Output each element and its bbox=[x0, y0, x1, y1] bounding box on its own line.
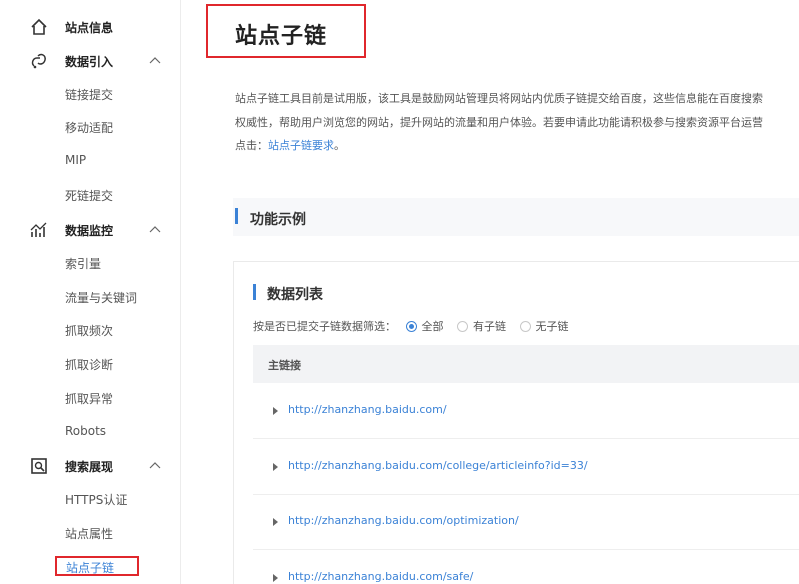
main-link[interactable]: http://zhanzhang.baidu.com/optimization/ bbox=[288, 514, 519, 527]
filter-radio-no-sublinks[interactable] bbox=[519, 321, 531, 332]
sidebar-item-site-sublinks[interactable]: 站点子链 bbox=[55, 556, 139, 576]
sidebar-item-dead-link[interactable]: 死链提交 bbox=[65, 187, 113, 204]
sidebar-item-site-attributes[interactable]: 站点属性 bbox=[65, 525, 113, 542]
filter-radio-has-sublinks[interactable] bbox=[457, 321, 468, 332]
table-row[interactable]: http://zhanzhang.baidu.com/ bbox=[253, 383, 799, 439]
sidebar-group-label: 站点信息 bbox=[65, 21, 114, 35]
sidebar-item-crawl-frequency[interactable]: 抓取频次 bbox=[65, 322, 113, 339]
expand-caret-icon[interactable] bbox=[273, 407, 278, 415]
table-row[interactable]: http://zhanzhang.baidu.com/college/artic… bbox=[253, 439, 799, 495]
filter-option-label[interactable]: 全部 bbox=[422, 320, 444, 333]
filter-radio-all[interactable] bbox=[405, 321, 417, 332]
sidebar-item-crawl-diagnosis[interactable]: 抓取诊断 bbox=[65, 356, 113, 373]
sublink-requirements-link[interactable]: 站点子链要求 bbox=[268, 139, 334, 152]
sidebar-item-mobile-adapt[interactable]: 移动适配 bbox=[65, 119, 113, 136]
description-line: 点击：站点子链要求。 bbox=[235, 137, 345, 153]
chevron-up-icon[interactable] bbox=[149, 56, 161, 64]
sidebar-item-mip[interactable]: MIP bbox=[65, 153, 86, 167]
sidebar-group-search-display[interactable]: 搜索展现 bbox=[0, 451, 180, 481]
table-header: 主链接 bbox=[253, 345, 799, 383]
sidebar-group-data-monitor[interactable]: 数据监控 bbox=[0, 215, 180, 245]
filter-option-label[interactable]: 无子链 bbox=[536, 320, 569, 333]
description-suffix: 。 bbox=[334, 139, 345, 152]
main-link[interactable]: http://zhanzhang.baidu.com/college/artic… bbox=[288, 459, 588, 472]
panel-accent-bar bbox=[253, 284, 256, 300]
section-accent-bar bbox=[235, 208, 238, 224]
page-title-box: 站点子链 bbox=[206, 4, 366, 58]
sidebar-item-traffic-keywords[interactable]: 流量与关键词 bbox=[65, 289, 137, 306]
sidebar-group-label: 搜索展现 bbox=[65, 460, 114, 474]
description-prefix: 点击： bbox=[235, 139, 268, 152]
data-import-icon bbox=[31, 53, 46, 69]
panel-title: 数据列表 bbox=[267, 287, 323, 303]
table-row[interactable]: http://zhanzhang.baidu.com/optimization/ bbox=[253, 494, 799, 550]
expand-caret-icon[interactable] bbox=[273, 574, 278, 582]
sublink-filter: 按是否已提交子链数据筛选： 全部 有子链 无子链 bbox=[253, 318, 569, 334]
page: 站点信息 数据引入 链接提交 移动适配 MIP 死链提交 数据监控 索引量 流量… bbox=[0, 0, 799, 584]
main-content: 站点子链 站点子链工具目前是试用版，该工具是鼓励网站管理员将网站内优质子链提交给… bbox=[181, 0, 799, 584]
chevron-up-icon[interactable] bbox=[149, 461, 161, 469]
main-link[interactable]: http://zhanzhang.baidu.com/safe/ bbox=[288, 570, 473, 583]
sidebar-item-link-submit[interactable]: 链接提交 bbox=[65, 86, 113, 103]
section-title: 功能示例 bbox=[250, 212, 306, 228]
description-line: 站点子链工具目前是试用版，该工具是鼓励网站管理员将网站内优质子链提交给百度，这些… bbox=[235, 92, 763, 105]
filter-option-label[interactable]: 有子链 bbox=[473, 320, 506, 333]
monitor-chart-icon bbox=[30, 222, 47, 237]
search-display-icon bbox=[31, 458, 47, 474]
sidebar-group-label: 数据引入 bbox=[65, 55, 114, 69]
sidebar-group-data-import[interactable]: 数据引入 bbox=[0, 46, 180, 76]
description-line: 权威性，帮助用户浏览您的网站，提升网站的流量和用户体验。若要申请此功能请积极参与… bbox=[235, 116, 763, 129]
filter-label: 按是否已提交子链数据筛选： bbox=[253, 320, 396, 333]
home-icon bbox=[31, 18, 47, 35]
sidebar-item-index[interactable]: 索引量 bbox=[65, 255, 101, 272]
sidebar: 站点信息 数据引入 链接提交 移动适配 MIP 死链提交 数据监控 索引量 流量… bbox=[0, 0, 181, 584]
sidebar-group-label: 数据监控 bbox=[65, 224, 114, 238]
sidebar-item-https[interactable]: HTTPS认证 bbox=[65, 491, 127, 508]
expand-caret-icon[interactable] bbox=[273, 518, 278, 526]
main-link[interactable]: http://zhanzhang.baidu.com/ bbox=[288, 403, 447, 416]
column-header-main-link: 主链接 bbox=[268, 359, 301, 372]
expand-caret-icon[interactable] bbox=[273, 463, 278, 471]
sidebar-item-crawl-errors[interactable]: 抓取异常 bbox=[65, 390, 113, 407]
data-list-panel: 数据列表 按是否已提交子链数据筛选： 全部 有子链 无子链 主链接 http:/… bbox=[233, 261, 799, 584]
sidebar-group-site-info[interactable]: 站点信息 bbox=[0, 12, 180, 42]
page-title: 站点子链 bbox=[235, 24, 328, 49]
table-row[interactable]: http://zhanzhang.baidu.com/safe/ bbox=[253, 550, 799, 584]
section-header: 功能示例 bbox=[233, 198, 799, 236]
chevron-up-icon[interactable] bbox=[149, 225, 161, 233]
sidebar-item-robots[interactable]: Robots bbox=[65, 424, 106, 438]
